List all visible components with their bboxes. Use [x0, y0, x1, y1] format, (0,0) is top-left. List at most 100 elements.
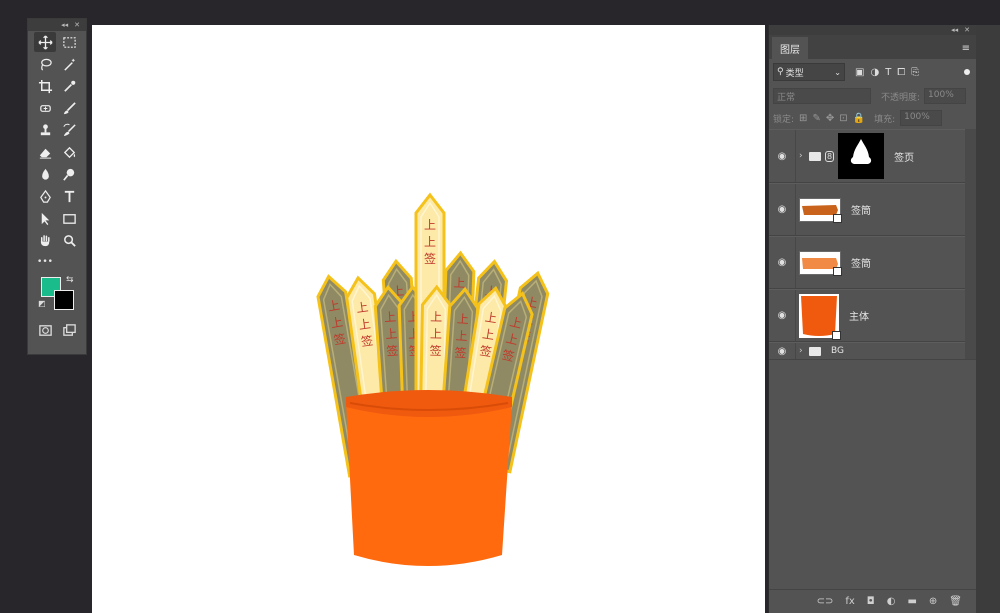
collapse-icon[interactable]: ◂◂	[61, 21, 68, 29]
filter-pixel-icon[interactable]: ▣	[855, 67, 864, 78]
smart-object-icon	[832, 330, 841, 340]
healing-brush-tool-icon[interactable]	[34, 98, 56, 118]
stick-text: 上	[484, 310, 498, 326]
stick-text: 签	[386, 343, 399, 359]
panel-menu-icon[interactable]: ≡	[962, 43, 976, 59]
layers-panel-header: ◂◂ ✕	[769, 25, 976, 35]
eraser-tool-icon[interactable]	[34, 142, 56, 162]
layer-name[interactable]: BG	[831, 346, 844, 356]
crop-tool-icon[interactable]	[34, 76, 56, 96]
swap-colors-icon[interactable]: ⇆	[66, 275, 74, 285]
lock-transparent-icon[interactable]: ⊞	[799, 113, 807, 124]
new-layer-icon[interactable]: ⊕	[929, 596, 937, 607]
move-tool-icon[interactable]	[34, 32, 56, 52]
layer-row[interactable]: ◉ 签筒	[769, 236, 976, 289]
filter-adjustment-icon[interactable]: ◑	[870, 67, 879, 78]
stick-text: 签	[429, 343, 441, 358]
collapse-icon[interactable]: ◂◂	[951, 26, 958, 34]
filter-toggle[interactable]	[964, 69, 970, 75]
lock-all-icon[interactable]: 🔒	[853, 113, 865, 124]
visibility-eye-icon[interactable]: ◉	[769, 151, 795, 162]
layer-name[interactable]: 签筒	[851, 202, 871, 217]
layer-list: ◉ › 8 签页 ◉ 签筒 ◉ 签筒 ◉ 主体 ◉ › BG	[769, 129, 976, 360]
add-mask-icon[interactable]: ◘	[867, 596, 875, 607]
tab-layers[interactable]: 图层	[772, 37, 808, 59]
stick-text: 上	[430, 327, 442, 341]
document-canvas[interactable]: 上上签上上签上上签上上签上上签上上签上上签上上签上上签上上签上上签上上签上上签	[92, 25, 765, 613]
layer-name[interactable]: 签页	[894, 149, 914, 164]
stick-text: 上	[456, 312, 469, 327]
expand-group-icon[interactable]: ›	[799, 346, 809, 356]
screen-mode-icon[interactable]	[58, 320, 80, 340]
history-brush-tool-icon[interactable]	[58, 120, 80, 140]
stick-text: 上	[424, 235, 436, 249]
type-tool-icon[interactable]	[58, 186, 80, 206]
filter-smart-object-icon[interactable]: ⎘	[911, 67, 919, 78]
background-color-swatch[interactable]	[54, 290, 74, 310]
layer-row[interactable]: ◉ › BG	[769, 342, 976, 360]
smart-object-icon	[833, 213, 842, 223]
link-layers-icon[interactable]: ⊂⊃	[817, 596, 834, 607]
stick-text: 上	[330, 315, 344, 331]
close-icon[interactable]: ✕	[74, 21, 80, 29]
chevron-down-icon: ⌄	[834, 67, 841, 77]
stick-text: 上	[384, 310, 397, 325]
stick-text: 上	[455, 329, 468, 344]
lock-position-icon[interactable]: ✥	[826, 113, 834, 124]
lock-image-icon[interactable]: ✎	[812, 113, 820, 124]
adjustment-layer-icon[interactable]: ◐	[887, 596, 896, 607]
pen-tool-icon[interactable]	[34, 186, 56, 206]
artwork: 上上签上上签上上签上上签上上签上上签上上签上上签上上签上上签上上签上上签上上签	[316, 192, 550, 566]
zoom-tool-icon[interactable]	[58, 230, 80, 250]
visibility-eye-icon[interactable]: ◉	[769, 204, 795, 215]
filter-shape-icon[interactable]: ⧠	[897, 67, 905, 78]
visibility-eye-icon[interactable]: ◉	[769, 257, 795, 268]
layer-row[interactable]: ◉ 主体	[769, 289, 976, 342]
stick-text: 签	[360, 333, 374, 350]
brush-tool-icon[interactable]	[58, 98, 80, 118]
stick-text: 上	[358, 317, 372, 333]
mask-link-icon[interactable]: 8	[825, 150, 835, 162]
tools-panel-header: ◂◂ ✕	[28, 19, 86, 31]
stick-text: 上	[355, 300, 369, 316]
rectangle-tool-icon[interactable]	[58, 208, 80, 228]
blend-mode-select[interactable]: 正常	[773, 88, 871, 104]
blur-tool-icon[interactable]	[34, 164, 56, 184]
lasso-tool-icon[interactable]	[34, 54, 56, 74]
visibility-eye-icon[interactable]: ◉	[769, 346, 795, 357]
layer-mask-thumbnail[interactable]	[838, 133, 885, 179]
default-colors-icon[interactable]: ◩	[38, 299, 46, 308]
filter-type-icon[interactable]: T	[885, 67, 891, 78]
cup-body	[346, 403, 512, 566]
quick-mask-icon[interactable]	[34, 320, 56, 340]
opacity-input[interactable]: 100%	[924, 88, 967, 104]
eyedropper-tool-icon[interactable]	[58, 76, 80, 96]
layer-name[interactable]: 主体	[849, 308, 869, 323]
layers-scrollbar[interactable]	[965, 129, 976, 359]
fill-input[interactable]: 100%	[900, 110, 943, 126]
visibility-eye-icon[interactable]: ◉	[769, 310, 795, 321]
layer-thumbnail	[799, 293, 841, 340]
hand-tool-icon[interactable]	[34, 230, 56, 250]
more-tools-icon[interactable]: •••	[34, 252, 56, 272]
layer-name[interactable]: 签筒	[851, 255, 871, 270]
opacity-label: 不透明度:	[881, 92, 921, 103]
layer-filter-select[interactable]: ⚲ 类型 ⌄	[773, 63, 845, 81]
close-icon[interactable]: ✕	[964, 26, 970, 34]
layer-row[interactable]: ◉ 签筒	[769, 183, 976, 236]
fx-icon[interactable]: fx	[845, 596, 854, 607]
new-group-icon[interactable]: ▬	[907, 596, 916, 607]
marquee-tool-icon[interactable]	[58, 32, 80, 52]
layer-row[interactable]: ◉ › 8 签页	[769, 129, 976, 183]
lock-artboard-icon[interactable]: ⊡	[839, 113, 847, 124]
paint-bucket-tool-icon[interactable]	[58, 142, 80, 162]
layer-thumbnail	[799, 250, 842, 276]
clone-stamp-tool-icon[interactable]	[34, 120, 56, 140]
expand-group-icon[interactable]: ›	[799, 151, 809, 161]
dodge-tool-icon[interactable]	[58, 164, 80, 184]
magic-wand-tool-icon[interactable]	[58, 54, 80, 74]
path-selection-tool-icon[interactable]	[34, 208, 56, 228]
layers-bottom-toolbar: ⊂⊃ fx ◘ ◐ ▬ ⊕ 🗑	[769, 589, 976, 613]
stick-text: 上	[481, 327, 495, 343]
delete-layer-icon[interactable]: 🗑	[949, 596, 962, 607]
